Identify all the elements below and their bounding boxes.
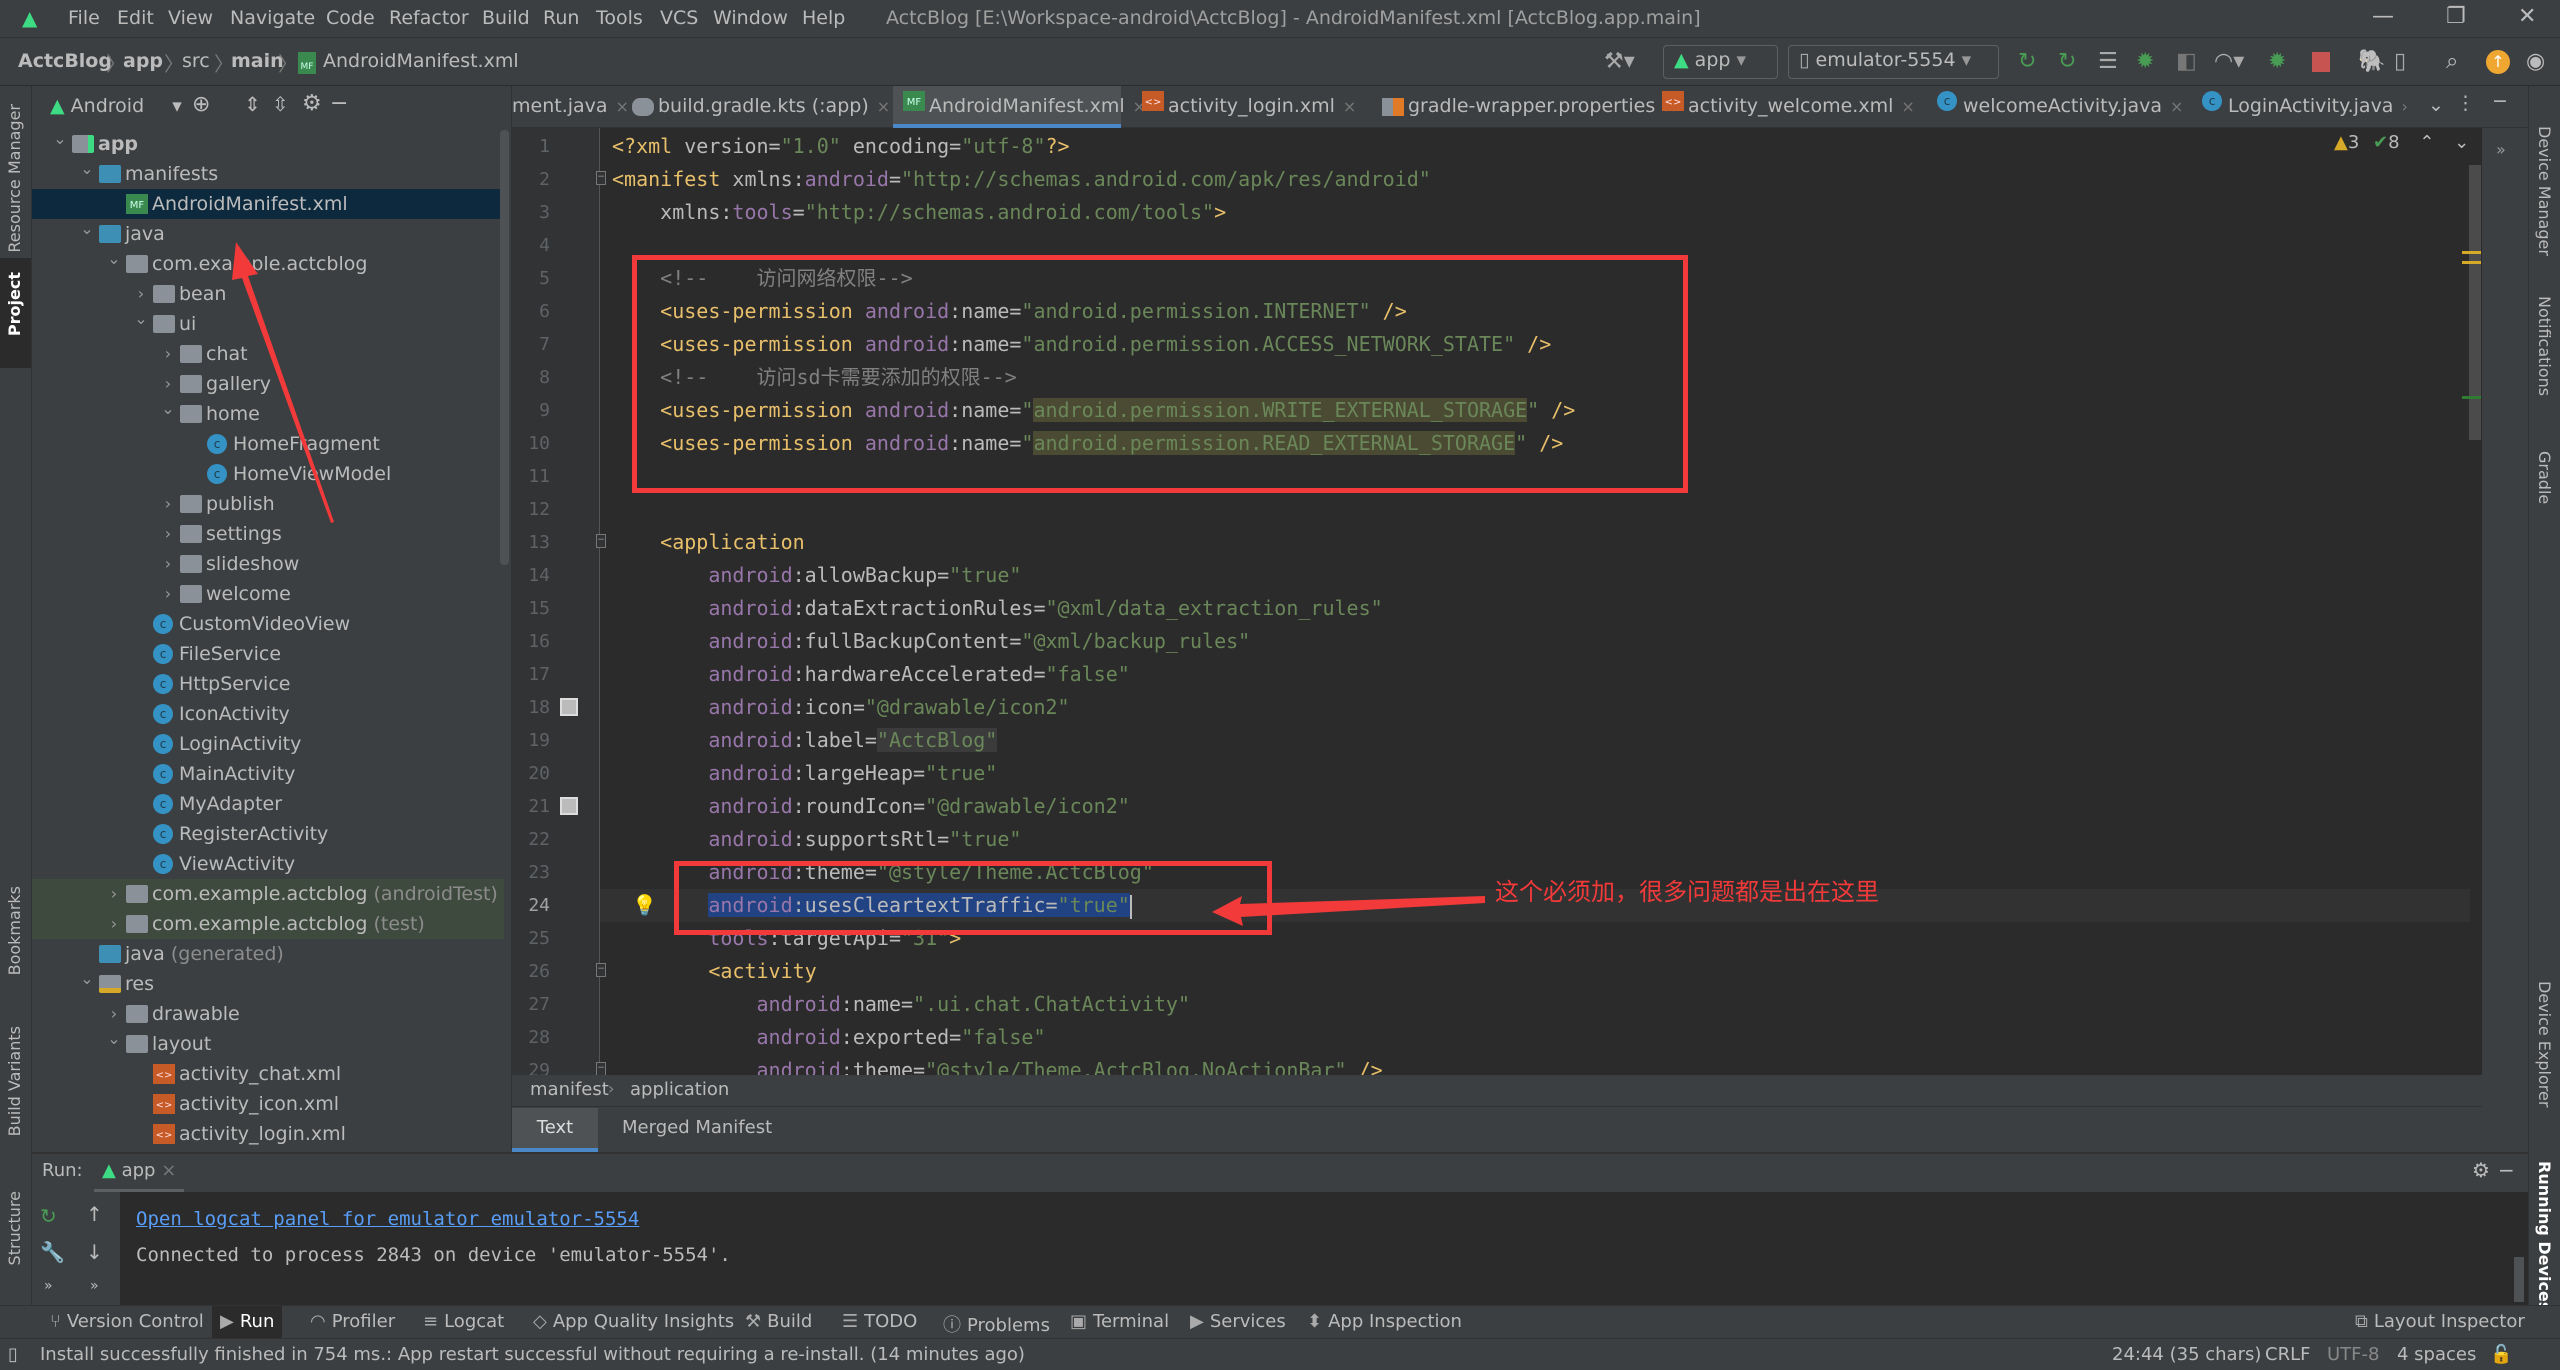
scroll-up-icon[interactable]: ↑ <box>86 1202 103 1226</box>
toolwindow-label: Version Control <box>66 1311 204 1332</box>
toolwindow-logcat[interactable]: ≡ Logcat <box>423 1311 504 1332</box>
console-scrollbar[interactable] <box>2514 1257 2524 1302</box>
console-message: Connected to process 2843 on device 'emu… <box>136 1244 731 1266</box>
device-status-icon: ▯ <box>8 1344 18 1365</box>
toolwindow-todo[interactable]: ☰ TODO <box>842 1311 917 1332</box>
toolwindow-label: Build <box>767 1311 813 1332</box>
tool-window-bar: ⑂ Version Control ▶ Run ◠ Profiler ≡ Logcat ◇ App… <box>0 1305 2560 1339</box>
toolwindow-run[interactable]: ▶ Run <box>212 1306 283 1339</box>
scroll-down-icon[interactable]: ↓ <box>86 1240 103 1264</box>
profiler-icon: ◠ <box>310 1311 326 1332</box>
status-message[interactable]: Install successfully finished in 754 ms.… <box>40 1344 1025 1365</box>
hide-panel-icon[interactable]: − <box>2498 1158 2515 1182</box>
lock-icon[interactable]: 🔓 <box>2490 1344 2512 1365</box>
layout-inspector-button[interactable]: ⧉ Layout Inspector <box>2355 1311 2525 1332</box>
toolwindow-terminal[interactable]: ▣ Terminal <box>1070 1311 1169 1332</box>
more-actions-icon[interactable]: » <box>44 1278 53 1294</box>
toolwindow-label: Profiler <box>331 1311 396 1332</box>
toolwindow-label: App Inspection <box>1328 1311 1462 1332</box>
close-tab-icon[interactable]: × <box>161 1160 176 1181</box>
toolwindow-label: Problems <box>967 1315 1050 1336</box>
annotation-note: 这个必须加，很多问题都是出在这里 <box>1495 878 1879 906</box>
layout-inspector-label: Layout Inspector <box>2373 1311 2525 1332</box>
toolwindow-problems[interactable]: ⓘ Problems <box>943 1311 1050 1337</box>
toolwindow-label: Services <box>1209 1311 1286 1332</box>
android-icon: ▲ <box>102 1160 116 1181</box>
toolwindow-services[interactable]: ▶ Services <box>1190 1311 1286 1332</box>
annotation-arrow-tree <box>232 242 334 523</box>
toolwindow-build[interactable]: ⚒ Build <box>745 1311 812 1332</box>
gear-icon[interactable]: ⚙ <box>2472 1158 2490 1182</box>
wrench-icon[interactable]: 🔧 <box>40 1240 65 1264</box>
run-icon: ▶ <box>220 1311 234 1332</box>
run-console: ↻ ↑ 🔧 ↓ » » Open logcat panel for emulat… <box>32 1192 2528 1305</box>
caret-position[interactable]: 24:44 (35 chars) <box>2112 1344 2261 1365</box>
toolwindow-label: Run <box>239 1311 275 1332</box>
todo-icon: ☰ <box>842 1311 859 1332</box>
layout-inspector-icon: ⧉ <box>2355 1311 2368 1332</box>
open-logcat-link[interactable]: Open logcat panel for emulator emulator-… <box>136 1208 639 1230</box>
build-icon: ⚒ <box>745 1311 762 1332</box>
line-separator[interactable]: CRLF <box>2265 1344 2310 1365</box>
problems-icon: ⓘ <box>943 1315 961 1336</box>
toolwindow-version-control[interactable]: ⑂ Version Control <box>50 1311 204 1332</box>
toolwindow-label: Logcat <box>444 1311 505 1332</box>
rerun-icon[interactable]: ↻ <box>40 1204 57 1228</box>
services-icon: ▶ <box>1190 1311 1204 1332</box>
console-left-toolbar: ↻ ↑ 🔧 ↓ » » <box>32 1192 120 1305</box>
version-control-icon: ⑂ <box>50 1311 61 1332</box>
file-encoding[interactable]: UTF-8 <box>2327 1344 2379 1365</box>
toolwindow-label: TODO <box>864 1311 918 1332</box>
toolwindow-app-quality-insights[interactable]: ◇ App Quality Insights <box>533 1311 734 1332</box>
run-panel-header: Run: ▲ app × ⚙ − <box>32 1152 2528 1192</box>
toolwindow-profiler[interactable]: ◠ Profiler <box>310 1311 395 1332</box>
toolwindow-label: App Quality Insights <box>552 1311 735 1332</box>
run-tab-app[interactable]: ▲ app × <box>94 1154 185 1192</box>
run-label: Run: <box>42 1160 83 1181</box>
toolwindow-app-inspection[interactable]: ⬍ App Inspection <box>1307 1311 1462 1332</box>
annotation-arrow-editor <box>1212 896 1485 926</box>
terminal-icon: ▣ <box>1070 1311 1088 1332</box>
app-quality-insights-icon: ◇ <box>533 1311 547 1332</box>
app-inspection-icon: ⬍ <box>1307 1311 1323 1332</box>
indent-setting[interactable]: 4 spaces <box>2397 1344 2476 1365</box>
run-tab-label: app <box>121 1160 156 1181</box>
toolwindow-label: Terminal <box>1093 1311 1170 1332</box>
status-bar: ▯ Install successfully finished in 754 m… <box>0 1338 2560 1370</box>
logcat-icon: ≡ <box>423 1311 439 1332</box>
more-actions-icon[interactable]: » <box>90 1278 99 1294</box>
